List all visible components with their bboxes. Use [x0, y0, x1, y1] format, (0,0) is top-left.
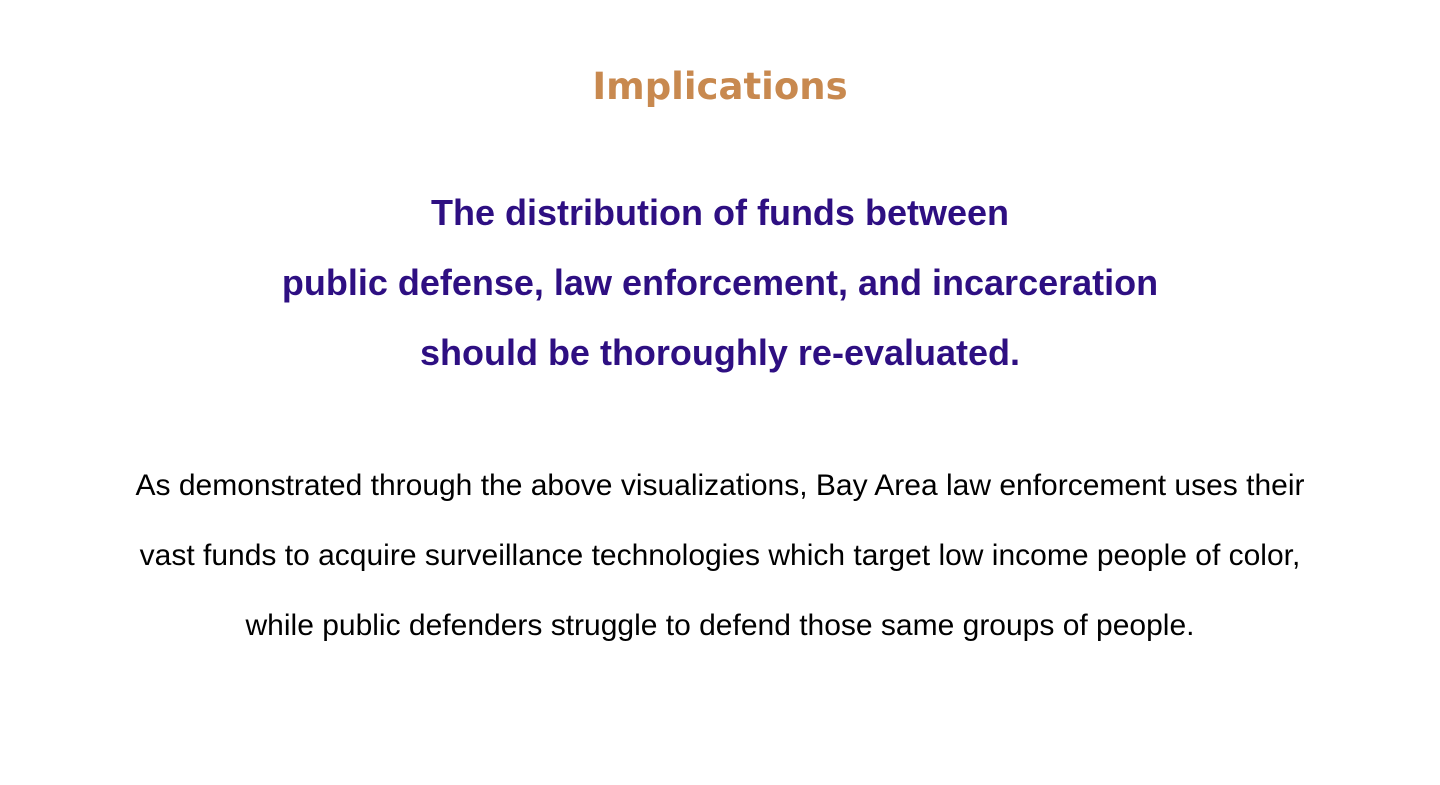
supporting-paragraph: As demonstrated through the above visual…	[0, 451, 1440, 661]
key-finding-line-3: should be thoroughly re-evaluated.	[419, 332, 1021, 373]
key-finding: The distribution of funds between public…	[0, 178, 1440, 388]
implications-section: Implications The distribution of funds b…	[0, 0, 1440, 785]
paragraph-line-1: As demonstrated through the above visual…	[135, 469, 1305, 502]
paragraph-line-2: vast funds to acquire surveillance techn…	[139, 539, 1301, 572]
section-title: Implications	[592, 65, 848, 108]
paragraph-line-3: while public defenders struggle to defen…	[245, 609, 1195, 642]
key-finding-line-1: The distribution of funds between	[431, 192, 1009, 233]
key-finding-line-2: public defense, law enforcement, and inc…	[281, 262, 1159, 303]
